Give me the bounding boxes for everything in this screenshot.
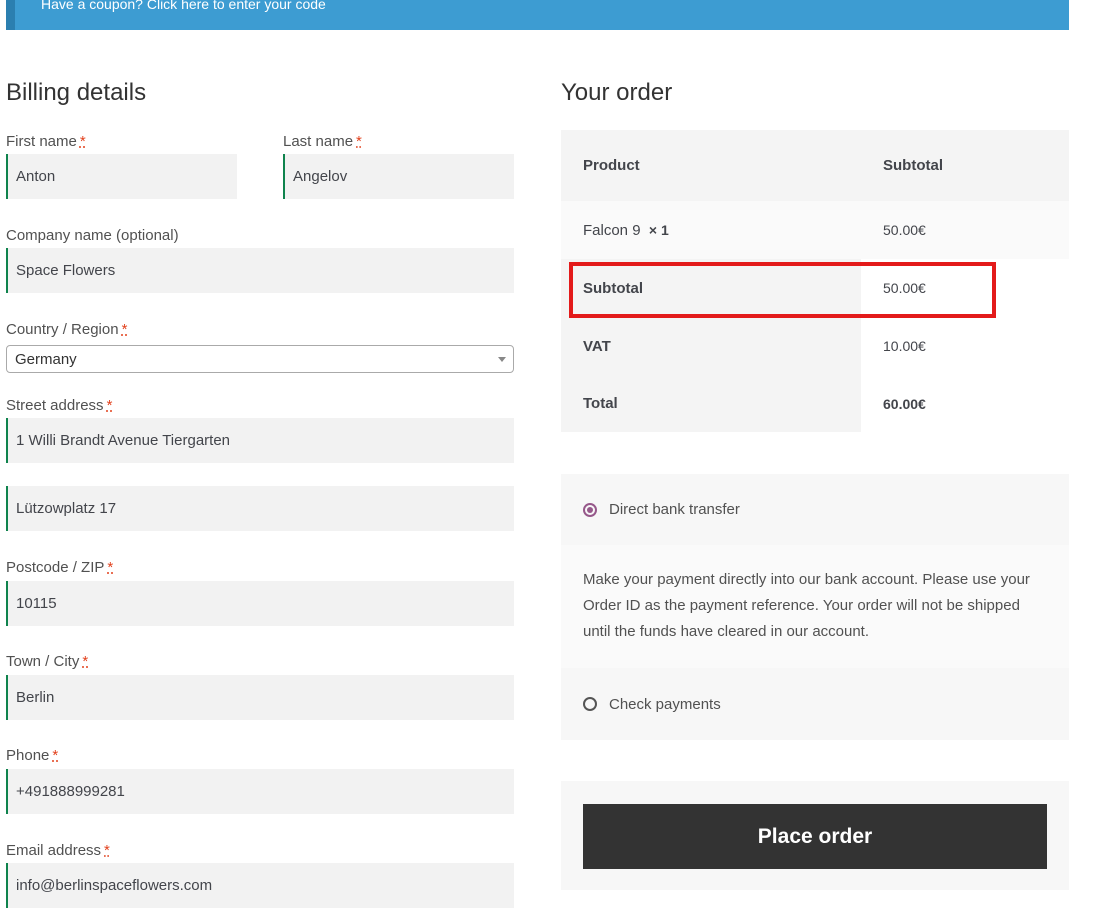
order-item-row: Falcon 9 × 1 50.00€ [561, 201, 1069, 259]
payment-option-bank-transfer[interactable]: Direct bank transfer [561, 474, 1069, 545]
company-field[interactable]: Space Flowers [6, 248, 514, 293]
postcode-field[interactable]: 10115 [6, 581, 514, 626]
company-label: Company name (optional) [6, 227, 179, 244]
billing-title: Billing details [6, 79, 147, 106]
street-address-field[interactable]: 1 Willi Brandt Avenue Tiergarten [6, 418, 514, 463]
city-field[interactable]: Berlin [6, 675, 514, 720]
payment-methods: Direct bank transfer Make your payment d… [561, 474, 1069, 740]
item-price: 50.00€ [883, 222, 926, 238]
product-header: Product [583, 157, 640, 174]
last-name-label: Last name * [283, 133, 362, 150]
bank-transfer-label[interactable]: Direct bank transfer [609, 501, 740, 518]
total-value: 60.00€ [883, 395, 926, 412]
order-header-row: Product Subtotal [561, 130, 1069, 201]
bank-transfer-description: Make your payment directly into our bank… [561, 545, 1069, 668]
phone-label: Phone * [6, 747, 59, 764]
item-name: Falcon 9 × 1 [583, 221, 669, 239]
email-field[interactable]: info@berlinspaceflowers.com [6, 863, 514, 908]
subtotal-header: Subtotal [883, 157, 943, 174]
total-label: Total [561, 375, 861, 432]
payment-option-check[interactable]: Check payments [561, 668, 1069, 740]
street-address-line2-field[interactable]: Lützowplatz 17 [6, 486, 514, 531]
coupon-link[interactable]: Have a coupon? Click here to enter your … [41, 0, 326, 11]
country-label: Country / Region * [6, 321, 128, 338]
last-name-field[interactable]: Angelov [283, 154, 514, 199]
email-label: Email address * [6, 842, 110, 859]
street-label: Street address * [6, 397, 113, 414]
subtotal-value: 50.00€ [883, 280, 926, 296]
vat-label: VAT [561, 317, 861, 375]
order-review-table: Product Subtotal Falcon 9 × 1 50.00€ Sub… [561, 130, 1069, 432]
phone-field[interactable]: +491888999281 [6, 769, 514, 814]
country-selected-value: Germany [15, 350, 77, 368]
check-payments-label[interactable]: Check payments [609, 696, 721, 713]
place-order-section: Place order [561, 781, 1069, 890]
subtotal-label: Subtotal [561, 259, 861, 317]
radio-checked-icon[interactable] [583, 502, 597, 517]
first-name-label: First name * [6, 133, 86, 150]
radio-unchecked-icon[interactable] [583, 697, 597, 711]
subtotal-row: Subtotal 50.00€ [561, 259, 1069, 317]
chevron-down-icon [498, 357, 506, 362]
vat-value: 10.00€ [883, 338, 926, 354]
postcode-label: Postcode / ZIP * [6, 559, 114, 576]
first-name-field[interactable]: Anton [6, 154, 237, 199]
order-title: Your order [561, 79, 673, 106]
total-row: Total 60.00€ [561, 375, 1069, 432]
vat-row: VAT 10.00€ [561, 317, 1069, 375]
place-order-button[interactable]: Place order [583, 804, 1047, 869]
city-label: Town / City * [6, 653, 89, 670]
item-quantity: × 1 [648, 222, 669, 238]
coupon-notice[interactable]: Have a coupon? Click here to enter your … [6, 0, 1069, 30]
country-select[interactable]: Germany [6, 345, 514, 373]
